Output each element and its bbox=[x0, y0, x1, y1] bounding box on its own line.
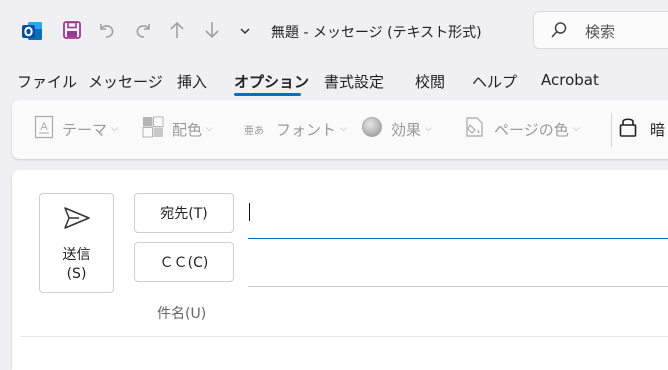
fonts-label: フォント bbox=[276, 120, 337, 139]
svg-text:A: A bbox=[40, 121, 48, 133]
page-color-icon bbox=[464, 115, 486, 143]
tab-acrobat[interactable]: Acrobat bbox=[541, 71, 599, 89]
theme-button[interactable]: A テーマ ⌵ bbox=[34, 115, 118, 143]
page-color-label: ページの色 bbox=[494, 120, 569, 139]
ribbon: A テーマ ⌵ 配色 ⌵ 亜あ フォント ⌵ 効果 ⌵ ページの色 ⌵ 暗 bbox=[12, 100, 668, 159]
to-button[interactable]: 宛先(T) bbox=[134, 193, 234, 233]
search-icon bbox=[550, 21, 568, 43]
send-icon bbox=[62, 205, 92, 235]
tab-options[interactable]: オプション bbox=[234, 71, 309, 92]
effects-label: 効果 bbox=[391, 120, 422, 139]
send-label: 送信 bbox=[62, 247, 91, 263]
chevron-down-icon: ⌵ bbox=[572, 124, 580, 134]
customize-chevron-icon[interactable] bbox=[238, 24, 252, 38]
encrypt-label: 暗 bbox=[650, 120, 666, 139]
fonts-button[interactable]: 亜あ フォント ⌵ bbox=[244, 116, 347, 142]
outlook-icon[interactable] bbox=[20, 19, 44, 43]
subject-label: 件名(U) bbox=[157, 306, 207, 322]
effects-button[interactable]: 効果 ⌵ bbox=[361, 116, 432, 142]
up-arrow-icon[interactable] bbox=[166, 19, 188, 41]
save-icon[interactable] bbox=[61, 19, 83, 41]
chevron-down-icon: ⌵ bbox=[111, 124, 118, 134]
font-icon: 亜あ bbox=[244, 125, 264, 137]
chevron-down-icon: ⌵ bbox=[340, 124, 347, 134]
cc-button[interactable]: ＣＣ(C) bbox=[134, 242, 234, 282]
active-tab-indicator bbox=[234, 93, 301, 96]
send-shortcut-label: (S) bbox=[66, 266, 87, 282]
send-button[interactable]: 送信 (S) bbox=[39, 193, 114, 293]
tab-review[interactable]: 校閲 bbox=[415, 71, 445, 92]
theme-icon: A bbox=[34, 115, 54, 143]
encrypt-button[interactable]: 暗 bbox=[618, 116, 665, 142]
colors-label: 配色 bbox=[172, 120, 203, 139]
redo-icon[interactable] bbox=[132, 19, 154, 41]
subject-field[interactable] bbox=[20, 336, 668, 337]
down-arrow-icon[interactable] bbox=[201, 19, 223, 41]
tab-insert[interactable]: 挿入 bbox=[177, 71, 207, 92]
text-cursor bbox=[249, 203, 250, 221]
undo-icon[interactable] bbox=[96, 19, 118, 41]
tab-format[interactable]: 書式設定 bbox=[324, 71, 384, 92]
tab-message[interactable]: メッセージ bbox=[88, 71, 163, 92]
cc-field[interactable] bbox=[248, 286, 668, 287]
tab-file[interactable]: ファイル bbox=[17, 71, 77, 92]
to-field[interactable] bbox=[248, 238, 668, 239]
title-bar: 無題 - メッセージ (テキスト形式) 検索 bbox=[0, 0, 668, 62]
colors-icon bbox=[142, 116, 164, 142]
window-title: 無題 - メッセージ (テキスト形式) bbox=[271, 25, 482, 41]
tab-help[interactable]: ヘルプ bbox=[472, 71, 517, 92]
chevron-down-icon: ⌵ bbox=[206, 124, 213, 134]
effects-icon bbox=[361, 116, 383, 142]
search-placeholder: 検索 bbox=[585, 23, 616, 41]
search-input[interactable]: 検索 bbox=[533, 11, 668, 49]
chevron-down-icon: ⌵ bbox=[425, 124, 432, 134]
page-color-button[interactable]: ページの色 ⌵ bbox=[464, 116, 580, 142]
theme-label: テーマ bbox=[62, 120, 108, 139]
lock-icon bbox=[618, 115, 638, 143]
colors-button[interactable]: 配色 ⌵ bbox=[142, 116, 213, 142]
ribbon-divider bbox=[611, 113, 612, 147]
